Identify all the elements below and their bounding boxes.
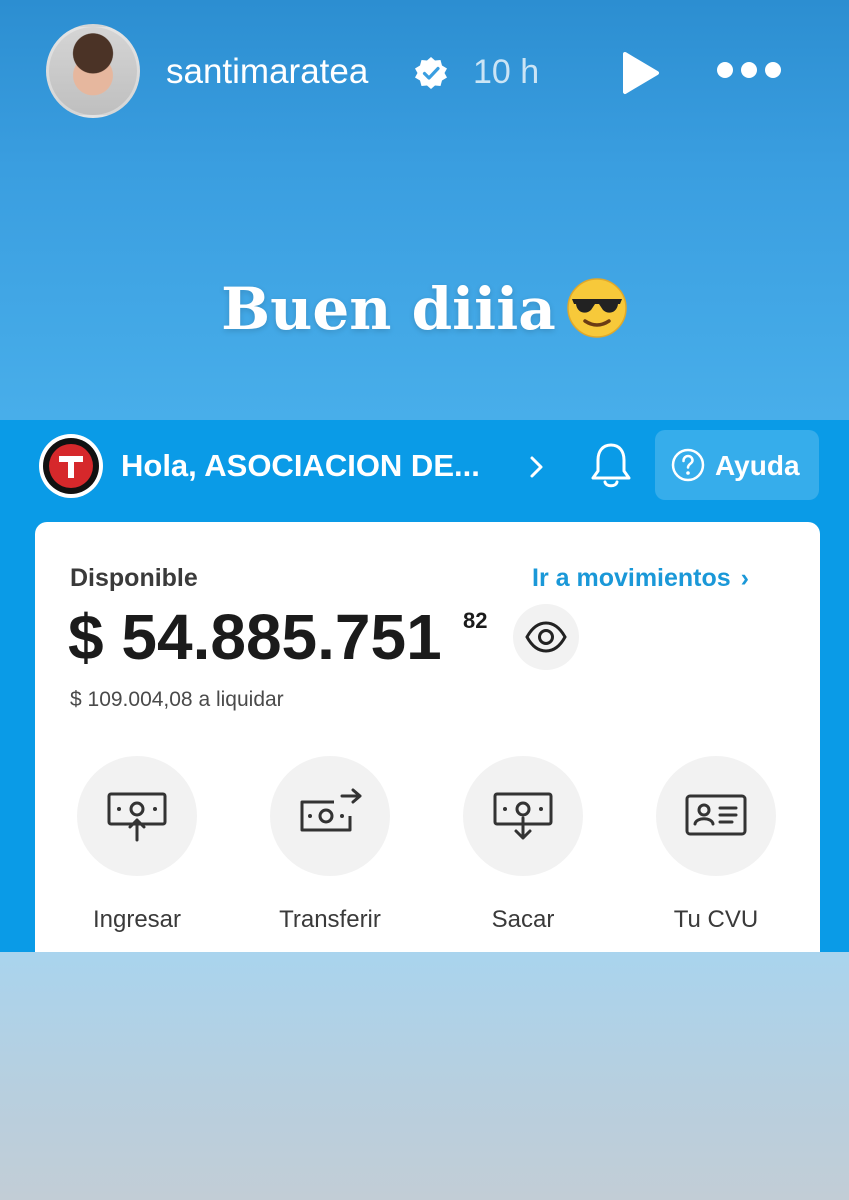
chevron-right-icon[interactable] [525, 452, 549, 482]
pending-settlement: $ 109.004,08 a liquidar [70, 688, 284, 711]
chevron-right-icon: › [740, 564, 749, 592]
story-lower-background [0, 950, 849, 1200]
action-icon-circle [463, 756, 583, 876]
id-card-icon [685, 794, 747, 836]
action-icon-circle [77, 756, 197, 876]
organization-logo-icon [39, 434, 103, 498]
caption-text: Buen diiia [221, 275, 556, 343]
money-transfer-icon [300, 788, 362, 832]
movements-link-label: Ir a movimientos [532, 564, 731, 592]
toggle-visibility-button[interactable] [513, 604, 579, 670]
action-label: Ingresar [92, 906, 182, 933]
help-button[interactable]: Ayuda [655, 430, 819, 500]
movements-link[interactable]: Ir a movimientos › [532, 564, 749, 593]
action-label: Tu CVU [673, 906, 759, 933]
available-label: Disponible [70, 564, 198, 592]
balance-amount: $ 54.885.751 [68, 601, 442, 673]
money-in-icon [107, 792, 167, 842]
balance-cents: 82 [463, 608, 488, 633]
action-label: Sacar [491, 906, 555, 933]
action-icon-circle [656, 756, 776, 876]
eye-icon [525, 621, 567, 653]
action-transferir[interactable]: Transferir [260, 756, 400, 934]
action-sacar[interactable]: Sacar [453, 756, 593, 934]
verified-badge-icon [415, 57, 447, 89]
money-out-icon [493, 792, 553, 840]
action-ingresar[interactable]: Ingresar [67, 756, 207, 934]
action-tu-cvu[interactable]: Tu CVU [646, 756, 786, 934]
sunglasses-emoji-icon [567, 278, 627, 338]
action-icon-circle [270, 756, 390, 876]
more-options-icon[interactable] [716, 58, 782, 82]
profile-avatar[interactable] [46, 24, 140, 118]
story-caption: Buen diiia [0, 275, 849, 343]
question-circle-icon [671, 448, 705, 482]
help-label: Ayuda [715, 450, 800, 481]
username[interactable]: santimaratea [166, 52, 368, 92]
notifications-bell-icon[interactable] [588, 440, 634, 490]
action-label: Transferir [279, 906, 381, 933]
balance-card: Disponible Ir a movimientos › $ 54.885.75… [35, 522, 820, 952]
post-time: 10 h [473, 53, 540, 91]
account-greeting[interactable]: Hola, ASOCIACION DE... [121, 448, 480, 484]
play-icon[interactable] [617, 50, 663, 96]
